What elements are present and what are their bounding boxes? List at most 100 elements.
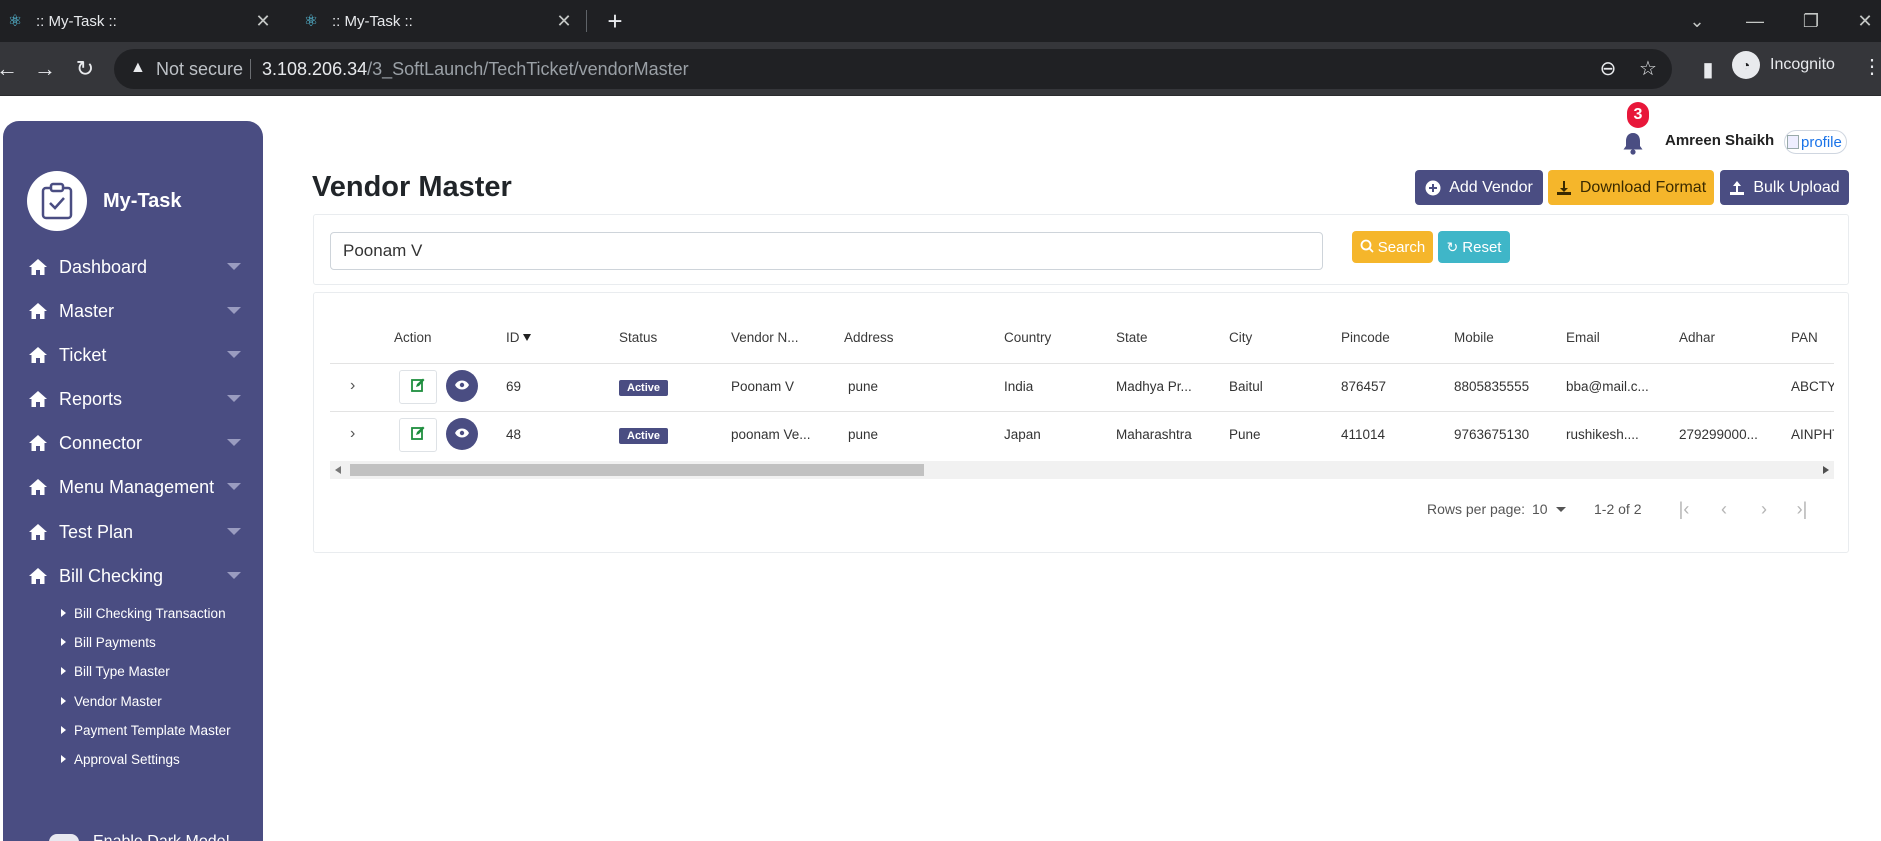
column-header-pan[interactable]: PAN <box>1791 330 1818 345</box>
restore-icon[interactable]: ❐ <box>1797 8 1825 34</box>
window-close-icon[interactable]: ✕ <box>1851 8 1879 34</box>
sidebar-item-master[interactable]: Master <box>27 296 241 326</box>
security-label: Not secure <box>156 59 244 79</box>
sidebar-item-test-plan[interactable]: Test Plan <box>27 517 241 547</box>
user-name[interactable]: Amreen Shaikh <box>1665 132 1774 149</box>
address-separator <box>250 59 251 79</box>
column-header-pincode[interactable]: Pincode <box>1341 330 1390 345</box>
add-vendor-button[interactable]: Add Vendor <box>1415 170 1543 205</box>
edit-button[interactable] <box>399 370 437 404</box>
scrollbar-thumb[interactable] <box>350 464 924 476</box>
sidebar-item-bill-checking[interactable]: Bill Checking <box>27 561 241 591</box>
horizontal-scrollbar[interactable] <box>330 461 1834 479</box>
sidebar-subitem-vendor-master[interactable]: Vendor Master <box>61 691 162 711</box>
column-header-mobile[interactable]: Mobile <box>1454 330 1494 345</box>
incognito-indicator[interactable]: ◔ Incognito <box>1732 51 1835 79</box>
column-header-vendor-name[interactable]: Vendor N... <box>731 330 799 345</box>
caret-right-icon <box>61 638 66 646</box>
brand[interactable]: My-Task <box>27 171 182 231</box>
sidebar-subitem-approval-settings[interactable]: Approval Settings <box>61 749 180 769</box>
cell-city: Baitul <box>1229 379 1263 394</box>
column-header-email[interactable]: Email <box>1566 330 1600 345</box>
bookmark-star-icon[interactable]: ☆ <box>1636 57 1660 81</box>
reload-icon[interactable]: ↻ <box>70 54 100 84</box>
cell-id: 69 <box>506 379 522 394</box>
edit-button[interactable] <box>399 418 437 452</box>
zoom-icon[interactable]: ⊖ <box>1596 57 1620 81</box>
caret-down-icon <box>1555 507 1566 512</box>
chevron-right-icon[interactable]: › <box>350 425 355 443</box>
sidebar-item-ticket[interactable]: Ticket <box>27 340 241 370</box>
reset-button-label: Reset <box>1462 238 1502 256</box>
sidebar-subitem-label: Bill Checking Transaction <box>74 605 226 621</box>
toggle-switch[interactable] <box>49 834 79 841</box>
column-header-id[interactable]: ID <box>506 330 531 345</box>
cell-id: 48 <box>506 427 522 442</box>
sidebar-subitem-bill-checking-transaction[interactable]: Bill Checking Transaction <box>61 603 226 623</box>
new-tab-icon[interactable]: + <box>600 6 630 36</box>
column-header-country[interactable]: Country <box>1004 330 1051 345</box>
sidebar-item-menu-management[interactable]: Menu Management <box>27 472 241 502</box>
sidebar-subitem-payment-template-master[interactable]: Payment Template Master <box>61 720 231 740</box>
download-format-button[interactable]: Download Format <box>1548 170 1714 205</box>
view-button[interactable] <box>446 370 478 402</box>
chevron-down-icon <box>227 351 241 358</box>
forward-icon[interactable]: → <box>30 54 60 84</box>
prev-page-icon[interactable]: ‹ <box>1711 497 1737 521</box>
search-button[interactable]: Search <box>1352 231 1433 263</box>
sidebar-item-label: Menu Management <box>59 476 215 497</box>
rows-per-page-select[interactable]: 10 <box>1532 501 1566 517</box>
dark-mode-label: Enable Dark Mode! <box>93 833 230 841</box>
refresh-icon: ↻ <box>1446 238 1459 255</box>
avatar[interactable]: profile <box>1784 130 1847 154</box>
close-tab-icon[interactable]: ✕ <box>253 11 273 31</box>
chevron-down-icon <box>227 528 241 535</box>
bulk-upload-button[interactable]: Bulk Upload <box>1720 170 1849 205</box>
minimize-icon[interactable]: — <box>1741 8 1769 34</box>
column-header-address[interactable]: Address <box>844 330 894 345</box>
header-divider <box>330 363 1834 364</box>
sidebar-subitem-label: Bill Payments <box>74 634 156 650</box>
cell-country: Japan <box>1004 427 1041 442</box>
sidebar-subitem-bill-type-master[interactable]: Bill Type Master <box>61 661 170 681</box>
column-header-adhar[interactable]: Adhar <box>1679 330 1715 345</box>
incognito-label: Incognito <box>1770 56 1835 73</box>
add-vendor-label: Add Vendor <box>1449 178 1533 196</box>
browser-tab-2[interactable]: ⚛ :: My-Task :: ✕ <box>290 0 586 42</box>
eye-icon <box>455 377 469 395</box>
sidebar-item-connector[interactable]: Connector <box>27 428 241 458</box>
close-tab-icon[interactable]: ✕ <box>554 11 574 31</box>
cell-pan: ABCTYU <box>1791 379 1834 394</box>
row-divider <box>330 411 1834 412</box>
scroll-right-icon[interactable] <box>1823 466 1829 474</box>
search-input[interactable] <box>330 232 1323 270</box>
eye-icon <box>455 425 469 443</box>
reset-button[interactable]: ↻ Reset <box>1438 231 1510 263</box>
tab-title: :: My-Task :: <box>332 12 413 30</box>
column-header-state[interactable]: State <box>1116 330 1148 345</box>
sort-desc-icon <box>522 334 531 341</box>
sidebar-subitem-bill-payments[interactable]: Bill Payments <box>61 632 156 652</box>
tab-search-icon[interactable]: ⌄ <box>1683 8 1711 34</box>
chevron-right-icon[interactable]: › <box>350 377 355 395</box>
cell-pan: AINPHT <box>1791 427 1834 442</box>
column-header-status[interactable]: Status <box>619 330 657 345</box>
next-page-icon[interactable]: › <box>1751 497 1777 521</box>
cell-mobile: 9763675130 <box>1454 427 1530 442</box>
scroll-left-icon[interactable] <box>335 466 341 474</box>
bell-icon[interactable] <box>1620 130 1646 156</box>
status-badge: Active <box>619 428 669 444</box>
back-icon[interactable]: ← <box>0 54 22 84</box>
address-bar[interactable]: ▲ Not secure 3.108.206.34/3_SoftLaunch/T… <box>114 49 1672 89</box>
browser-menu-icon[interactable]: ⋮ <box>1862 54 1881 79</box>
column-header-city[interactable]: City <box>1229 330 1252 345</box>
view-button[interactable] <box>446 418 478 450</box>
dark-mode-toggle[interactable]: Enable Dark Mode! <box>49 833 230 841</box>
sidebar-item-reports[interactable]: Reports <box>27 384 241 414</box>
last-page-icon[interactable]: ›| <box>1789 497 1815 521</box>
sidebar-item-dashboard[interactable]: Dashboard <box>27 252 241 282</box>
browser-tab-1[interactable]: ⚛ :: My-Task :: ✕ <box>0 0 285 42</box>
first-page-icon[interactable]: |‹ <box>1671 497 1697 521</box>
profile-alt-text: profile <box>1801 133 1842 151</box>
side-panel-icon[interactable]: ▮ <box>1696 58 1720 82</box>
